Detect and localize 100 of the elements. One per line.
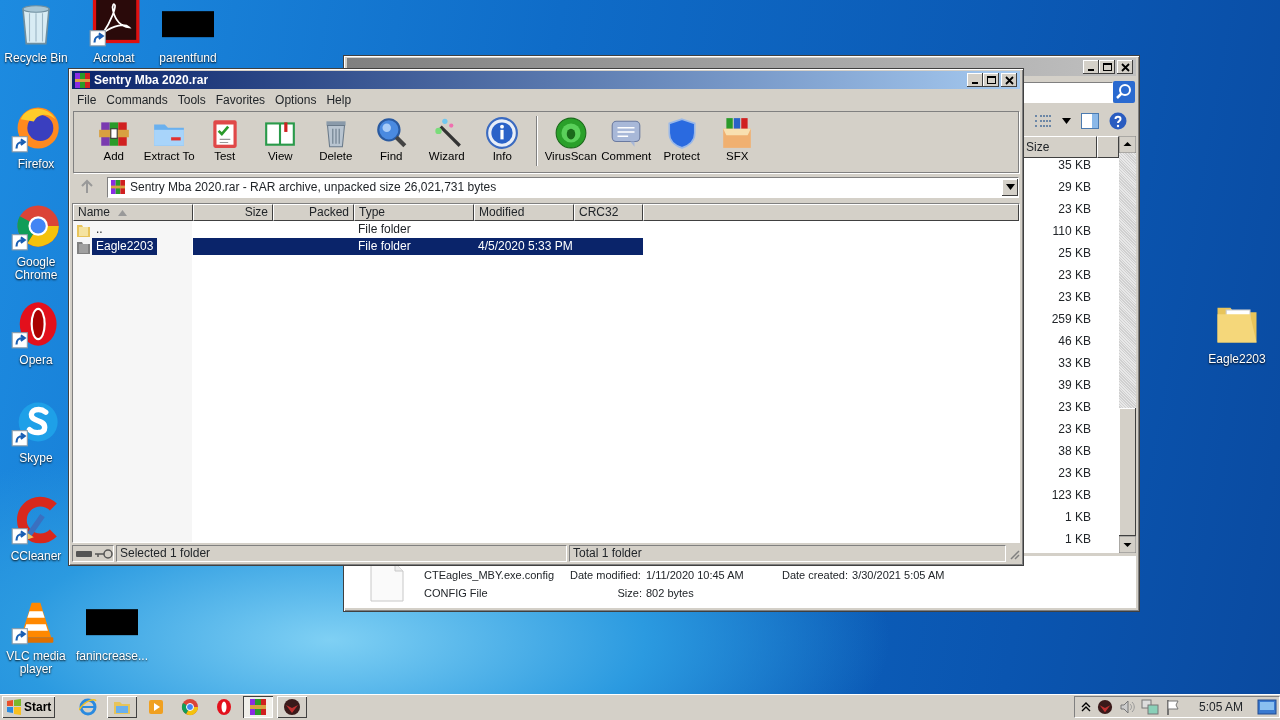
toolbar-button[interactable]: Extract To [141, 116, 197, 163]
toolbar-button[interactable]: VirusScan [543, 116, 599, 163]
sort-arrow-icon [118, 209, 127, 216]
field-label: Date created: [782, 568, 850, 582]
menu-item[interactable]: Options [270, 90, 322, 110]
maximize-button[interactable] [1099, 60, 1115, 74]
table-cell-text: 110 KB [1051, 223, 1092, 240]
table-cell-text: 25 KB [1057, 245, 1092, 262]
menu-item[interactable]: Commands [101, 90, 173, 110]
scrollbar[interactable] [1119, 136, 1136, 553]
icon-label[interactable]: Opera [19, 354, 53, 367]
archive-icon [249, 698, 268, 716]
folder-icon [77, 239, 90, 254]
volume-icon[interactable] [1118, 699, 1135, 715]
window-title: Sentry Mba 2020.rar [94, 72, 209, 89]
preview-pane-icon[interactable] [1081, 113, 1099, 129]
table-cell-text: 38 KB [1057, 443, 1092, 460]
menu-item[interactable]: Favorites [210, 90, 271, 110]
minimize-button[interactable] [967, 73, 983, 87]
menu-item[interactable]: File [72, 90, 102, 110]
toolbar-button[interactable]: Protect [654, 116, 710, 163]
icon-label[interactable]: Acrobat [93, 52, 135, 65]
column-header[interactable]: Packed [273, 204, 354, 221]
table-cell-text: 23 KB [1057, 201, 1092, 218]
emblem-icon[interactable] [1096, 699, 1113, 715]
minimize-button[interactable] [1083, 60, 1099, 74]
close-button[interactable] [1001, 73, 1017, 87]
scroll-up-button[interactable] [1119, 136, 1136, 153]
windows-logo [6, 699, 22, 715]
minimize-icon [1088, 69, 1094, 71]
toolbar-button[interactable]: Find [363, 116, 419, 163]
file-row[interactable]: .. File folder [73, 221, 1019, 238]
emblem-icon [283, 698, 302, 716]
table-cell: File folder [354, 238, 474, 255]
maximize-button[interactable] [983, 73, 999, 87]
column-header[interactable]: Type [354, 204, 474, 221]
resize-grip-icon[interactable] [1008, 547, 1020, 560]
table-cell-text: 23 KB [1057, 267, 1092, 284]
icon-label[interactable]: Firefox [17, 158, 55, 171]
icon-label[interactable]: Eagle2203 [1208, 353, 1266, 366]
table-cell-text: 35 KB [1057, 157, 1092, 174]
close-button[interactable] [1117, 60, 1133, 74]
icon-label[interactable]: Google Chrome [5, 256, 67, 282]
toolbar-button[interactable]: View [252, 116, 308, 163]
show-desktop-icon[interactable] [1257, 699, 1277, 715]
dropdown-arrow-icon [1005, 184, 1015, 190]
taskbar-button[interactable] [277, 696, 308, 718]
flag-icon[interactable] [1164, 699, 1181, 715]
table-cell-text: 23 KB [1057, 421, 1092, 438]
table-cell-text: 29 KB [1057, 179, 1092, 196]
search-icon [374, 116, 409, 150]
dropdown-arrow-icon[interactable] [1062, 118, 1071, 124]
toolbar-button[interactable]: Add [86, 116, 142, 163]
help-icon[interactable] [1109, 112, 1127, 130]
toolbar-button[interactable]: Test [197, 116, 253, 163]
clock[interactable]: 5:05 AM [1198, 698, 1243, 716]
chevron-icon[interactable] [1080, 702, 1091, 712]
table-cell-text: 1 KB [1064, 509, 1092, 526]
search-button[interactable] [1113, 81, 1135, 103]
table-cell-text: 33 KB [1057, 355, 1092, 372]
close-icon [1003, 74, 1015, 86]
field-label: Date modified: [570, 568, 642, 582]
path-field[interactable]: Sentry Mba 2020.rar - RAR archive, unpacked size 26,021,731 bytes [107, 176, 1019, 198]
icon-label[interactable]: Recycle Bin [4, 52, 68, 65]
file-type: CONFIG File [424, 586, 489, 600]
key-icon [95, 548, 113, 559]
table-cell-text: 46 KB [1057, 333, 1092, 350]
dropdown-button[interactable] [1002, 178, 1018, 196]
field-label: Size: [616, 586, 643, 600]
browser-icon [79, 698, 98, 716]
info-icon [485, 116, 520, 150]
table-cell-text: 23 KB [1057, 399, 1092, 416]
minimize-icon [972, 82, 978, 84]
taskbar-button[interactable] [107, 696, 138, 718]
field-value: 1/11/2020 10:45 AM [646, 568, 745, 582]
icon-label[interactable]: Skype [19, 452, 53, 465]
column-header[interactable]: CRC32 [574, 204, 643, 221]
table-cell: 4/5/2020 5:33 PM [474, 238, 574, 255]
column-header[interactable]: Size [1021, 136, 1097, 158]
chrome-icon [181, 698, 200, 716]
column-header[interactable]: Size [193, 204, 273, 221]
toolbar-button[interactable]: Comment [598, 116, 654, 163]
table-cell-text: 39 KB [1057, 377, 1092, 394]
menu-item[interactable]: Tools [172, 90, 211, 110]
archive-icon [75, 72, 90, 88]
column-header[interactable]: Modified [474, 204, 574, 221]
taskbar-button[interactable] [243, 696, 274, 718]
table-cell-text: 23 KB [1057, 289, 1092, 306]
toolbar-button[interactable]: Info [474, 116, 530, 163]
column-header[interactable]: Name [73, 204, 193, 221]
menu-item[interactable]: Help [321, 90, 357, 110]
table-cell-text: 23 KB [1057, 465, 1092, 482]
start-button[interactable]: Start [2, 696, 56, 718]
toolbar-button[interactable]: Wizard [419, 116, 475, 163]
scroll-down-button[interactable] [1119, 536, 1136, 553]
file-row[interactable]: Eagle2203 File folder 4/5/2020 5:33 PM [73, 238, 1019, 255]
toolbar-button[interactable]: SFX [709, 116, 765, 163]
icon-label[interactable]: parentfund [159, 52, 217, 65]
field-value: 3/30/2021 5:05 AM [852, 568, 946, 582]
toolbar-button[interactable]: Delete [308, 116, 364, 163]
